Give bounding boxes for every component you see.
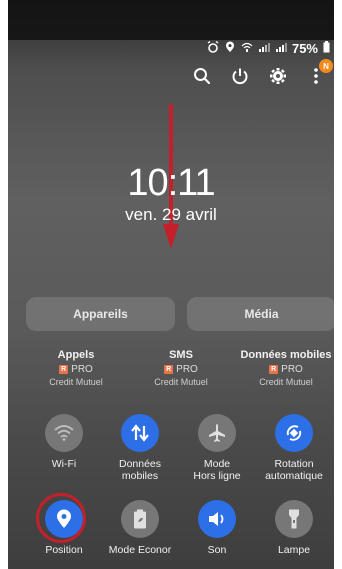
tile-label: Position — [45, 544, 83, 556]
status-bar: 75% — [207, 40, 330, 56]
tile-wifi[interactable]: Wi-Fi — [24, 414, 104, 470]
top-dark-band — [0, 0, 342, 40]
power-button[interactable] — [230, 66, 250, 86]
tile-sublabel: automatique — [265, 470, 323, 482]
settings-button[interactable] — [268, 66, 288, 86]
sim-badge: R — [59, 365, 69, 374]
sim-calls[interactable]: Appels R PRO Credit Mutuel — [26, 349, 126, 387]
tile-label: Données — [118, 458, 162, 470]
highlight-circle-annotation — [36, 493, 86, 543]
tile-label: Mode — [203, 458, 231, 470]
signal-icon — [258, 41, 270, 56]
tile-label: Lampe — [277, 544, 311, 556]
flashlight-icon[interactable] — [275, 500, 313, 538]
tile-flashlight[interactable]: Lampe — [254, 500, 334, 556]
clock-time: 10:11 — [127, 162, 215, 204]
rotation-icon[interactable] — [275, 414, 313, 452]
tile-label: Wi-Fi — [51, 458, 77, 470]
sim-plan: PRO — [281, 364, 303, 375]
sim-badge: R — [164, 365, 174, 374]
speaker-icon[interactable] — [198, 500, 236, 538]
sim-carrier: Credit Mutuel — [154, 377, 208, 387]
battery-saver-icon[interactable] — [121, 500, 159, 538]
more-button[interactable]: N — [306, 59, 333, 86]
power-icon — [232, 68, 248, 85]
search-button[interactable] — [192, 66, 212, 86]
sim-carrier: Credit Mutuel — [259, 377, 313, 387]
sim-sms[interactable]: SMS R PRO Credit Mutuel — [131, 349, 231, 387]
devices-button[interactable]: Appareils — [26, 297, 175, 331]
tile-position[interactable]: Position — [24, 493, 104, 556]
tile-label: Rotation — [274, 458, 314, 470]
more-icon — [314, 68, 318, 84]
sim-title: Données mobiles — [240, 349, 332, 361]
airplane-icon[interactable] — [198, 414, 236, 452]
tile-sublabel: Hors ligne — [193, 470, 241, 482]
data-arrows-icon[interactable] — [121, 414, 159, 452]
sim-plan: PRO — [176, 364, 198, 375]
tile-airplane[interactable]: Mode Hors ligne — [177, 414, 257, 482]
sim-data[interactable]: Données mobiles R PRO Credit Mutuel — [236, 349, 336, 387]
battery-percent: 75% — [291, 40, 318, 56]
tile-mobile-data[interactable]: Données mobiles — [100, 414, 180, 482]
media-button[interactable]: Média — [187, 297, 336, 331]
sim-carrier: Credit Mutuel — [49, 377, 103, 387]
notification-badge: N — [319, 59, 333, 73]
sim-title: SMS — [169, 349, 193, 361]
tile-label: Mode Econor — [108, 544, 172, 556]
tile-sublabel: mobiles — [121, 470, 159, 482]
right-edge — [334, 0, 342, 569]
tile-rotation[interactable]: Rotation automatique — [254, 414, 334, 482]
search-icon — [194, 68, 211, 85]
tile-label: Son — [207, 544, 227, 556]
quick-action-bar: N — [192, 59, 333, 86]
sim-plan: PRO — [71, 364, 93, 375]
sim-badge: R — [269, 365, 279, 374]
battery-icon — [323, 40, 330, 56]
left-edge — [0, 0, 8, 569]
tile-battery-saver[interactable]: Mode Econor — [100, 500, 180, 556]
tile-sound[interactable]: Son — [177, 500, 257, 556]
wifi-calling-icon — [241, 41, 253, 56]
sim-title: Appels — [57, 349, 95, 361]
alarm-icon — [207, 40, 219, 56]
location-icon — [224, 41, 236, 56]
clock-date: ven. 29 avril — [125, 205, 217, 224]
settings-icon — [270, 68, 286, 84]
wifi-icon[interactable] — [45, 414, 83, 452]
signal-icon-2 — [275, 41, 287, 56]
